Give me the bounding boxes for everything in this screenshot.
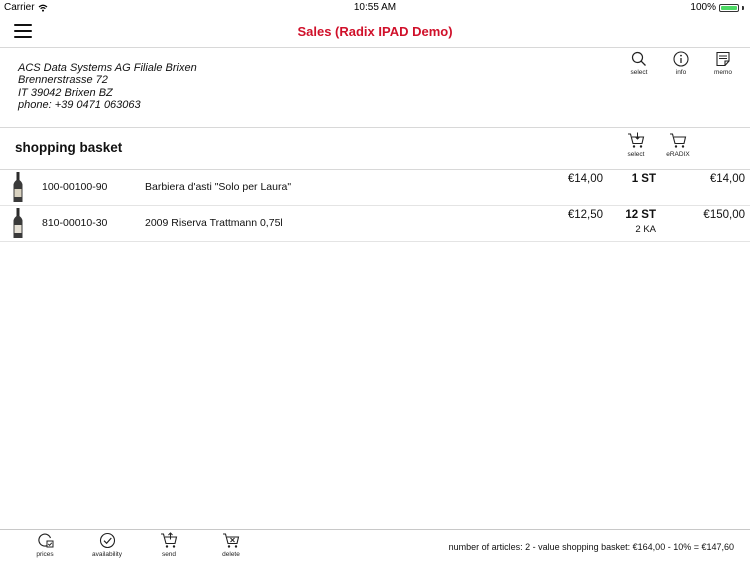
- delete-label: delete: [222, 551, 240, 558]
- send-label: send: [161, 551, 177, 558]
- basket-toolbar: select eRADIX: [619, 132, 695, 158]
- send-button[interactable]: send: [152, 532, 186, 558]
- wine-bottle-icon: [13, 208, 23, 238]
- navigation-bar: Sales (Radix IPAD Demo): [0, 16, 750, 48]
- customer-memo-label: memo: [713, 69, 733, 76]
- status-bar: Carrier 10:55 AM 100%: [0, 0, 750, 16]
- battery-icon: [719, 3, 739, 12]
- customer-toolbar: select info memo: [622, 51, 740, 76]
- prices-label: prices: [36, 551, 54, 558]
- article-quantity[interactable]: 12 ST: [590, 209, 656, 221]
- basket-summary: number of articles: 2 - value shopping b…: [448, 542, 734, 552]
- article-number: 810-00010-30: [42, 217, 108, 229]
- battery-tip: [742, 5, 744, 10]
- article-description: 2009 Riserva Trattmann 0,75l: [145, 217, 283, 229]
- customer-select-button[interactable]: select: [622, 51, 656, 76]
- delete-button[interactable]: delete: [214, 532, 248, 558]
- article-total: €150,00: [703, 209, 745, 221]
- customer-address: ACS Data Systems AG Filiale Brixen Brenn…: [18, 62, 197, 111]
- basket-select-button[interactable]: select: [619, 132, 653, 158]
- cart-send-icon: [161, 532, 178, 548]
- prices-icon: [37, 533, 53, 548]
- article-quantity[interactable]: 1 ST: [590, 173, 656, 185]
- customer-phone: phone: +39 0471 063063: [18, 98, 141, 111]
- article-total: €14,00: [709, 173, 745, 185]
- bottom-toolbar: prices availability send delete number o…: [0, 529, 750, 563]
- status-time: 10:55 AM: [353, 2, 397, 13]
- availability-label: availability: [92, 551, 122, 558]
- article-number: 100-00100-90: [42, 181, 108, 193]
- customer-select-label: select: [630, 69, 648, 76]
- customer-street: Brennerstrasse 72: [18, 74, 108, 87]
- customer-info-button[interactable]: info: [664, 51, 698, 76]
- basket-title: shopping basket: [15, 140, 123, 155]
- eradix-label: eRADIX: [666, 151, 690, 158]
- customer-city: IT 39042 Brixen BZ: [18, 86, 113, 99]
- memo-icon: [716, 51, 730, 67]
- wine-bottle-icon: [13, 172, 23, 202]
- battery-indicator: 100%: [690, 2, 744, 13]
- eradix-button[interactable]: eRADIX: [661, 132, 695, 158]
- cart-icon: [670, 133, 687, 148]
- customer-memo-button[interactable]: memo: [706, 51, 740, 76]
- basket-header: shopping basket select eRADIX: [0, 128, 750, 170]
- customer-name: ACS Data Systems AG Filiale Brixen: [18, 62, 197, 74]
- page-title: Sales (Radix IPAD Demo): [297, 24, 453, 39]
- cart-delete-icon: [223, 533, 240, 548]
- basket-row[interactable]: 100-00100-90 Barbiera d'asti "Solo per L…: [0, 170, 750, 206]
- basket-row[interactable]: 810-00010-30 2009 Riserva Trattmann 0,75…: [0, 206, 750, 242]
- search-icon: [631, 51, 646, 66]
- customer-info-label: info: [675, 69, 687, 76]
- cart-select-icon: [628, 132, 645, 148]
- info-icon: [673, 51, 689, 67]
- check-circle-icon: [99, 532, 115, 549]
- availability-button[interactable]: availability: [90, 532, 124, 558]
- article-package-quantity: 2 KA: [635, 224, 656, 235]
- article-description: Barbiera d'asti "Solo per Laura": [145, 181, 292, 193]
- prices-button[interactable]: prices: [28, 532, 62, 558]
- basket-select-label: select: [627, 151, 645, 158]
- battery-percent: 100%: [690, 2, 716, 13]
- bottom-actions: prices availability send delete: [28, 532, 248, 558]
- customer-panel: ACS Data Systems AG Filiale Brixen Brenn…: [0, 48, 750, 128]
